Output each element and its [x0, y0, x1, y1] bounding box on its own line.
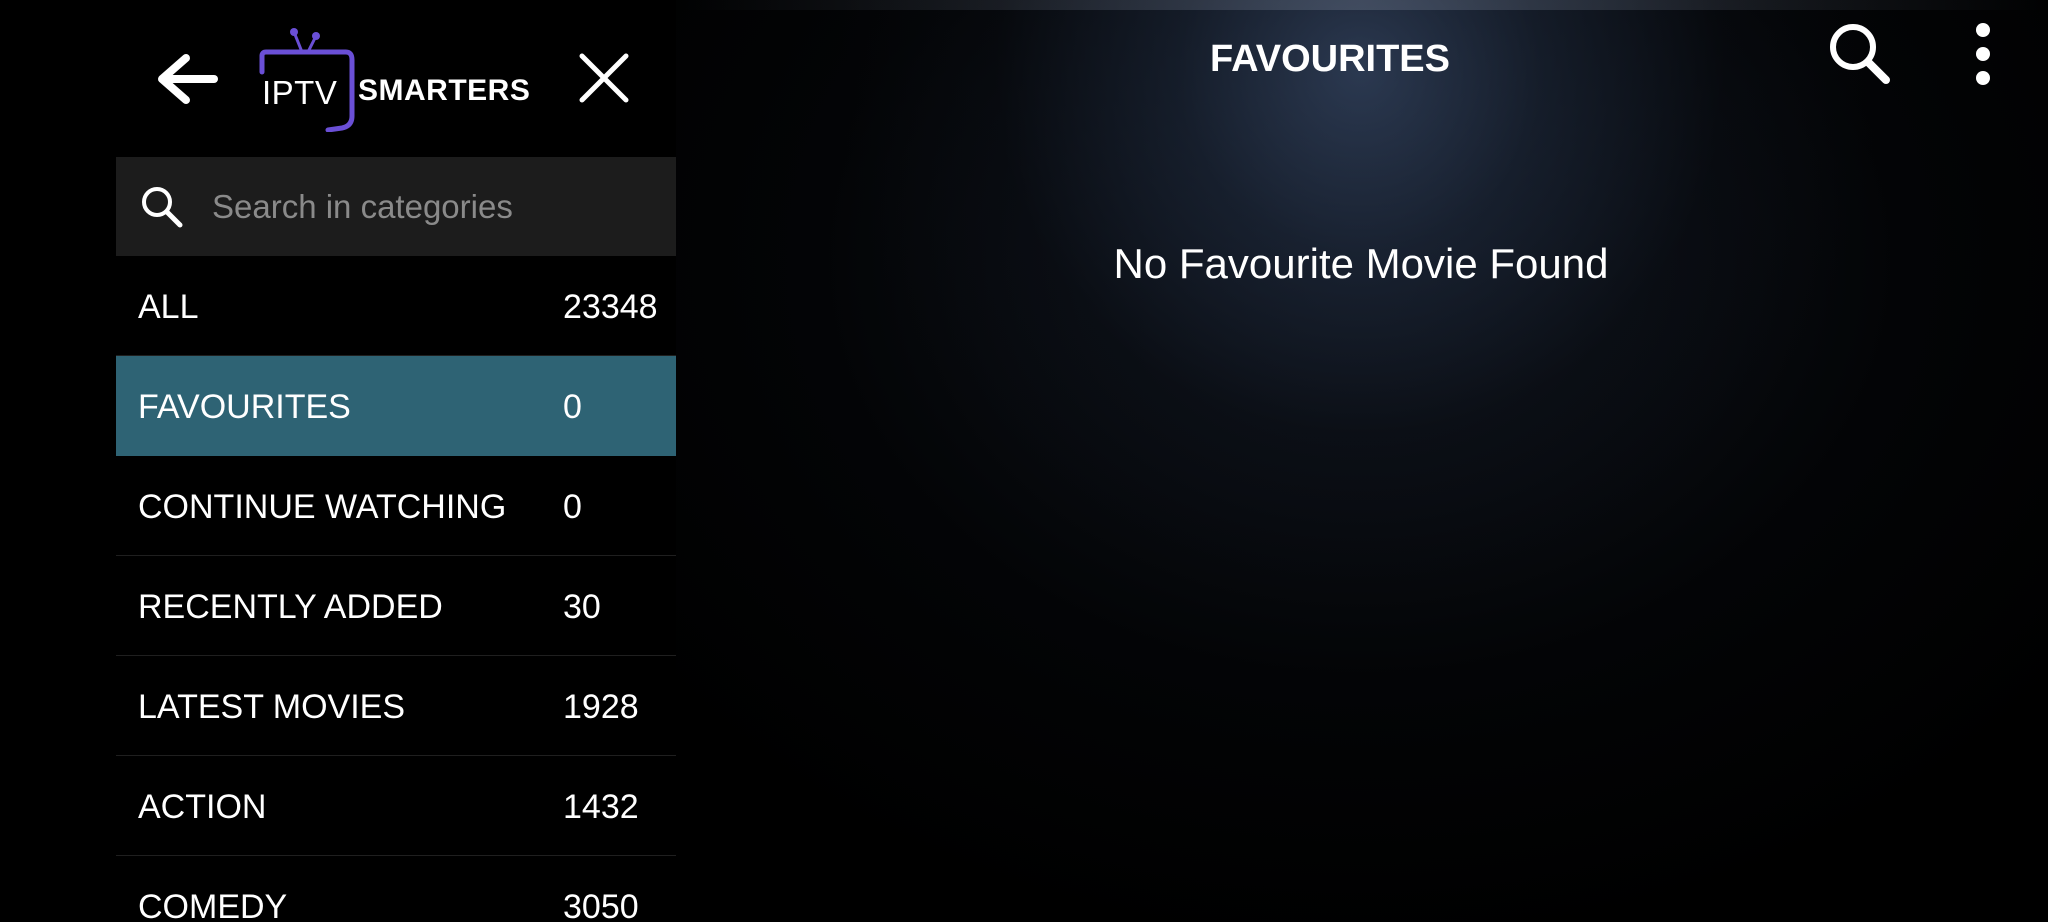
- category-list: ALL 23348 FAVOURITES 0 CONTINUE WATCHING…: [116, 256, 676, 922]
- iptv-smarters-logo: IPTV SMARTERS: [258, 26, 538, 132]
- category-count: 1432: [563, 788, 639, 826]
- category-label: ALL: [138, 288, 199, 326]
- back-arrow-icon[interactable]: [156, 52, 220, 106]
- header-glow-line: [676, 0, 2048, 10]
- category-label: FAVOURITES: [138, 388, 351, 426]
- category-item-action[interactable]: ACTION 1432: [116, 756, 676, 856]
- category-item-comedy[interactable]: COMEDY 3050: [116, 856, 676, 922]
- category-label: LATEST MOVIES: [138, 688, 406, 726]
- category-count: 1928: [563, 688, 639, 726]
- category-item-latest-movies[interactable]: LATEST MOVIES 1928: [116, 656, 676, 756]
- category-item-recently-added[interactable]: RECENTLY ADDED 30: [116, 556, 676, 656]
- category-count: 0: [563, 388, 582, 426]
- more-vertical-icon[interactable]: [1968, 22, 1998, 86]
- category-item-all[interactable]: ALL 23348: [116, 256, 676, 356]
- close-icon[interactable]: [578, 52, 630, 104]
- category-count: 0: [563, 488, 582, 526]
- category-search-box: [116, 157, 676, 256]
- category-count: 30: [563, 588, 601, 626]
- category-search-input[interactable]: [194, 157, 664, 256]
- page-title: FAVOURITES: [1210, 38, 1450, 80]
- empty-state-message: No Favourite Movie Found: [1113, 240, 1609, 287]
- app-screen: IPTV SMARTERS ALL 23348 FAVOURITES 0: [0, 0, 2048, 922]
- logo-text-iptv: IPTV: [262, 74, 338, 111]
- category-drawer: IPTV SMARTERS ALL 23348 FAVOURITES 0: [0, 0, 676, 922]
- search-icon: [142, 187, 183, 228]
- category-label: COMEDY: [138, 888, 288, 922]
- category-count: 3050: [563, 888, 639, 922]
- search-icon[interactable]: [1826, 20, 1892, 86]
- category-item-favourites[interactable]: FAVOURITES 0: [116, 356, 676, 456]
- category-label: ACTION: [138, 788, 267, 826]
- category-label: RECENTLY ADDED: [138, 588, 443, 626]
- category-count: 23348: [563, 288, 658, 326]
- category-item-continue-watching[interactable]: CONTINUE WATCHING 0: [116, 456, 676, 556]
- logo-text-smarters: SMARTERS: [358, 74, 531, 107]
- category-label: CONTINUE WATCHING: [138, 488, 507, 526]
